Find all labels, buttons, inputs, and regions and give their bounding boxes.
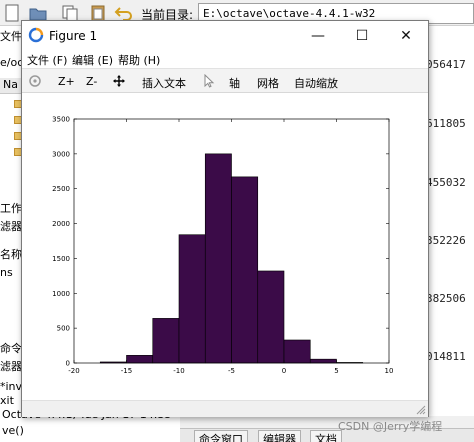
octave-left-panels: 文件浏 e/octa Na 工作空 滤器 名称 ns 命令历 滤器 *inv x…: [0, 26, 22, 442]
file-browser-title: 文件浏: [0, 30, 22, 43]
y-tick-label: 1500: [52, 255, 70, 263]
file-browser-path[interactable]: e/octa: [0, 56, 21, 69]
workspace-title: 工作空: [0, 202, 22, 215]
y-tick-label: 500: [57, 325, 70, 333]
histogram-bar: [126, 355, 154, 364]
histogram-bar: [309, 358, 337, 364]
output-number: 611805: [426, 117, 466, 130]
menu-edit[interactable]: 编辑 (E): [72, 52, 113, 68]
output-number: 382506: [426, 292, 466, 305]
y-tick-label: 3000: [52, 150, 70, 158]
output-number: 056417: [426, 58, 466, 71]
menu-help[interactable]: 帮助 (H): [118, 52, 160, 68]
output-number: 352226: [426, 234, 466, 247]
histogram-bar: [204, 153, 232, 364]
close-button[interactable]: ✕: [384, 21, 428, 50]
histogram-bar: [231, 176, 259, 364]
workspace-name-column[interactable]: 名称: [0, 246, 21, 262]
x-tick-label: -10: [173, 367, 184, 375]
autoscale-button[interactable]: 自动缩放: [294, 75, 338, 91]
x-tick-label: 5: [334, 367, 338, 375]
new-file-icon[interactable]: [2, 3, 22, 23]
zoom-in-button[interactable]: Z+: [58, 75, 75, 88]
rotate-icon[interactable]: [28, 74, 42, 88]
histogram-bar: [152, 318, 180, 364]
workspace-variable[interactable]: ns: [0, 266, 13, 279]
y-tick-label: 3500: [52, 116, 70, 124]
octave-logo-icon: [28, 27, 44, 43]
x-tick-label: 0: [282, 367, 286, 375]
tab-command-window[interactable]: 命令窗口: [194, 430, 248, 442]
minimize-button[interactable]: —: [296, 21, 340, 50]
pointer-icon[interactable]: [202, 74, 216, 88]
workspace-filter-label: 滤器: [0, 220, 22, 233]
command-history-entry[interactable]: ve(): [2, 424, 24, 437]
histogram-bar: [178, 234, 206, 364]
figure-title: Figure 1: [49, 29, 98, 43]
x-tick-label: -20: [68, 367, 79, 375]
resize-grip-icon[interactable]: [416, 405, 426, 415]
output-number: 455032: [426, 176, 466, 189]
x-tick-label: -5: [228, 367, 235, 375]
y-tick-label: 2000: [52, 220, 70, 228]
file-browser-name-column[interactable]: Na: [0, 78, 21, 94]
command-history-entry[interactable]: *inv: [0, 380, 21, 393]
histogram-bar: [257, 270, 285, 364]
menu-file[interactable]: 文件 (F): [27, 52, 67, 68]
output-number: 014811: [426, 350, 466, 363]
histogram-chart: -20 -15 -10 -5 0 5 10 0 500 1000 1500 2000 2500 3000 3…: [52, 116, 394, 376]
y-tick-label: 1000: [52, 290, 70, 298]
figure-statusbar: [22, 400, 428, 417]
grid-button[interactable]: 网格: [257, 75, 279, 91]
histogram-bar: [283, 339, 311, 364]
insert-text-button[interactable]: 插入文本: [142, 75, 186, 91]
y-tick-label: 0: [66, 360, 70, 368]
axes-button[interactable]: 轴: [229, 75, 240, 91]
figure-titlebar[interactable]: Figure 1 — ☐ ✕: [22, 21, 428, 50]
command-history-title: 命令历: [0, 342, 22, 355]
zoom-out-button[interactable]: Z-: [86, 75, 97, 88]
tab-editor[interactable]: 编辑器: [258, 430, 301, 442]
figure-window: Figure 1 — ☐ ✕ 文件 (F) 编辑 (E) 帮助 (H) Z+ Z…: [21, 20, 429, 417]
maximize-button[interactable]: ☐: [340, 21, 384, 50]
figure-menubar: 文件 (F) 编辑 (E) 帮助 (H): [22, 50, 428, 68]
watermark: CSDN @Jerry学编程: [338, 420, 443, 433]
pan-icon[interactable]: [112, 74, 126, 88]
x-tick-label: -15: [121, 367, 132, 375]
command-history-filter-label: 滤器: [0, 360, 22, 373]
x-tick-label: 10: [385, 367, 394, 375]
y-tick-label: 2500: [52, 185, 70, 193]
figure-canvas[interactable]: -20 -15 -10 -5 0 5 10 0 500 1000 1500 2000 2500 3000 3…: [22, 94, 428, 399]
figure-toolbar: Z+ Z- 插入文本 轴 网格 自动缩放: [22, 68, 428, 93]
